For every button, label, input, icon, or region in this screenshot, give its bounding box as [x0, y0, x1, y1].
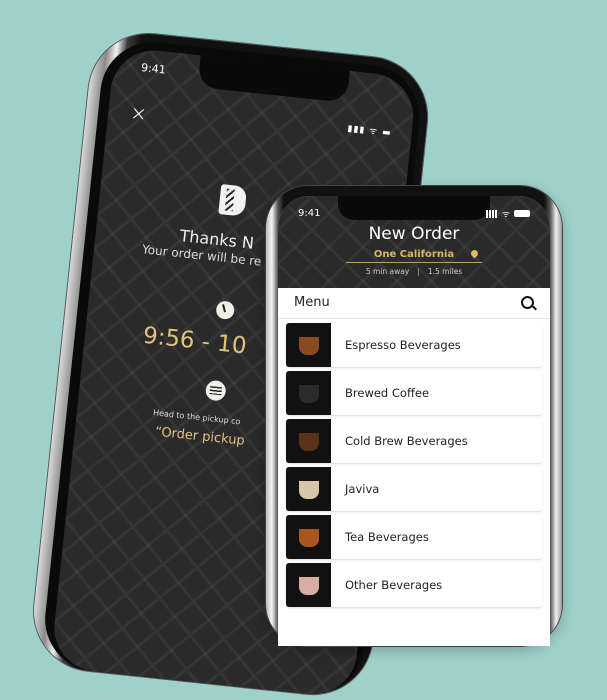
- location-pin-icon: [469, 248, 480, 259]
- javiva-thumbnail: [286, 467, 331, 511]
- separator: |: [417, 267, 420, 276]
- distance-text: 1.5 miles: [427, 267, 463, 276]
- tea-thumbnail: [286, 515, 331, 559]
- status-time: 9:41: [140, 61, 167, 77]
- menu-item-espresso[interactable]: Espresso Beverages: [286, 323, 542, 367]
- store-location-selector[interactable]: One California: [346, 248, 482, 263]
- wifi-icon: ᯤ: [501, 210, 510, 220]
- menu-item-label: Espresso Beverages: [345, 338, 461, 352]
- order-header: 9:41 ᯤ New Order One California 5 min aw…: [278, 196, 550, 288]
- menu-item-other[interactable]: Other Beverages: [286, 563, 542, 607]
- brand-logo-icon: [218, 184, 248, 217]
- cold-brew-thumbnail: [286, 419, 331, 463]
- brewed-coffee-thumbnail: [286, 371, 331, 415]
- pickup-instruction: Head to the pickup co: [152, 408, 241, 427]
- drink-image: [299, 481, 319, 499]
- signal-icon: [485, 209, 498, 218]
- menu-item-label: Javiva: [345, 482, 380, 496]
- battery-icon: [514, 210, 530, 217]
- search-icon[interactable]: [521, 296, 534, 309]
- menu-item-javiva[interactable]: Javiva: [286, 467, 542, 511]
- chat-icon: [204, 379, 227, 402]
- page-title: New Order: [368, 224, 460, 244]
- store-distance: 5 min away | 1.5 miles: [278, 267, 550, 276]
- new-order-screen: 9:41 ᯤ New Order One California 5 min aw…: [278, 196, 550, 646]
- drink-image: [299, 385, 319, 403]
- menu-item-label: Brewed Coffee: [345, 386, 430, 400]
- notch: [338, 196, 490, 220]
- menu-list: Espresso Beverages Brewed Coffee Cold Br…: [286, 323, 542, 611]
- menu-title: Menu: [294, 295, 330, 310]
- drink-image: [299, 577, 319, 595]
- menu-item-brewed-coffee[interactable]: Brewed Coffee: [286, 371, 542, 415]
- pickup-time: 9:56 - 10: [141, 322, 248, 360]
- status-time: 9:41: [298, 208, 321, 219]
- status-icons: ᯤ: [485, 207, 530, 220]
- menu-bar: Menu: [278, 288, 550, 319]
- other-beverages-thumbnail: [286, 563, 331, 607]
- drink-image: [299, 337, 319, 355]
- status-icons: ▮▮▮ ᯤ ▬: [346, 123, 393, 139]
- menu-item-cold-brew[interactable]: Cold Brew Beverages: [286, 419, 542, 463]
- menu-item-label: Cold Brew Beverages: [345, 434, 468, 448]
- front-phone: 9:41 ᯤ New Order One California 5 min aw…: [266, 186, 562, 646]
- drink-image: [299, 529, 319, 547]
- close-icon[interactable]: ×: [129, 100, 148, 126]
- menu-item-tea[interactable]: Tea Beverages: [286, 515, 542, 559]
- clock-icon: [215, 300, 236, 321]
- espresso-thumbnail: [286, 323, 331, 367]
- eta-text: 5 min away: [365, 267, 410, 276]
- store-name: One California: [373, 249, 455, 260]
- menu-item-label: Other Beverages: [345, 578, 443, 592]
- pickup-counter-label: “Order pickup: [154, 424, 246, 449]
- drink-image: [299, 433, 319, 451]
- menu-item-label: Tea Beverages: [345, 530, 429, 544]
